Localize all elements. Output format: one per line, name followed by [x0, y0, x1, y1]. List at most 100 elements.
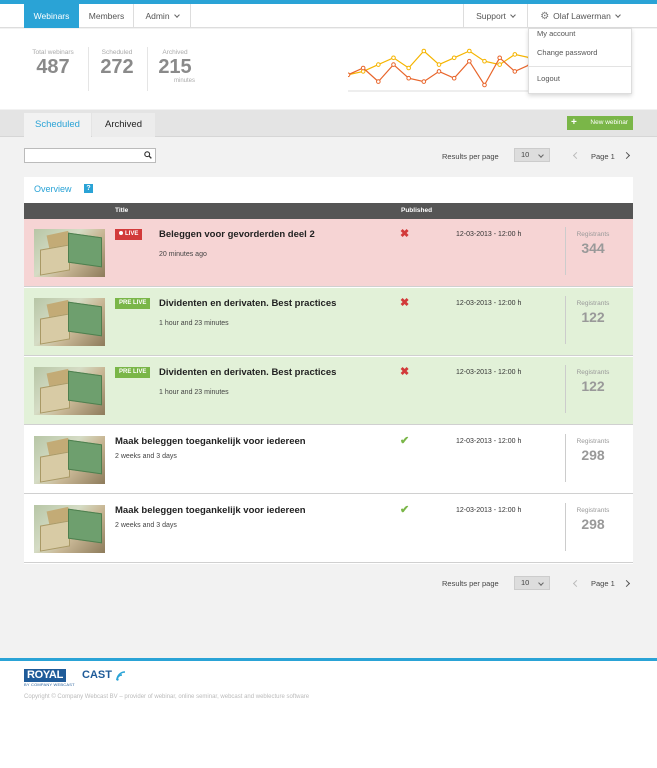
overview-panel: Overview ? Title Published LIVE Beleggen… [24, 177, 633, 564]
support-menu[interactable]: Support [464, 4, 527, 28]
sparkline-point [497, 62, 502, 67]
not-published-icon: ✖ [400, 228, 410, 240]
user-menu-toggle[interactable]: ⚙ Olaf Lawerman [528, 4, 632, 28]
webinar-title[interactable]: Maak beleggen toegankelijk voor iedereen [115, 436, 306, 447]
sparkline-point [376, 79, 381, 84]
new-webinar-button[interactable]: + New webinar [567, 116, 633, 130]
pre-live-badge: PRE LIVE [115, 298, 151, 309]
menu-item-my-account[interactable]: My account [537, 29, 575, 38]
overview-title: Overview [34, 184, 72, 194]
sparkline-point [376, 62, 381, 67]
registrants-count: 298 [581, 447, 605, 463]
plus-icon: + [571, 117, 577, 128]
stat-value: 487 [36, 56, 70, 78]
stat-scheduled: Scheduled 272 [96, 49, 138, 78]
broadcast-icon [116, 671, 126, 681]
webinar-thumbnail [34, 367, 105, 415]
webinar-date: 12-03-2013 - 12:00 h [456, 369, 522, 376]
published-check-icon: ✔ [400, 504, 410, 516]
per-page-select[interactable]: 10 [514, 576, 550, 590]
next-page-icon[interactable] [622, 579, 631, 588]
page-indicator: Page 1 [591, 152, 615, 161]
live-badge: LIVE [115, 229, 143, 240]
gear-icon: ⚙ [540, 11, 550, 22]
webinar-date: 12-03-2013 - 12:00 h [456, 300, 522, 307]
menu-item-change-password[interactable]: Change password [537, 48, 597, 57]
stat-divider [147, 47, 148, 91]
stat-sublabel: minutes [173, 78, 195, 84]
webinar-title[interactable]: Beleggen voor gevorderden deel 2 [159, 229, 315, 240]
per-page-select[interactable]: 10 [514, 148, 550, 162]
stat-label: Total webinars [32, 49, 74, 56]
sparkline-point [482, 82, 487, 88]
sparkline-point [406, 75, 411, 81]
not-published-icon: ✖ [400, 366, 410, 378]
menu-divider [529, 66, 631, 67]
registrants-count: 344 [581, 240, 605, 256]
sparkline-point [436, 69, 442, 74]
tab-scheduled[interactable]: Scheduled [24, 113, 91, 137]
sparkline-point [451, 75, 457, 81]
webinar-thumbnail [34, 505, 105, 553]
logo-cast-text: CAST [82, 669, 112, 681]
tab-archived[interactable]: Archived [92, 113, 155, 137]
sparkline-point [421, 48, 427, 54]
prev-page-icon[interactable] [572, 151, 581, 160]
nav-tab-admin[interactable]: Admin [134, 4, 190, 28]
webinar-row[interactable]: PRE LIVE Dividenten en derivaten. Best p… [24, 357, 633, 425]
not-published-icon: ✖ [400, 297, 410, 309]
footer: ROYAL CAST BY COMPANY WEBCAST Copyright … [0, 661, 657, 768]
registrants-divider [565, 296, 566, 344]
help-icon[interactable]: ? [84, 184, 93, 193]
sparkline-point [497, 55, 502, 61]
table-header: Title Published [24, 203, 633, 219]
sparkline-point [451, 55, 457, 61]
sparkline-chart [348, 48, 530, 92]
webinar-time: 2 weeks and 3 days [115, 453, 177, 460]
sparkline-point [391, 62, 396, 67]
prev-page-icon[interactable] [572, 579, 581, 588]
sparkline-point [467, 48, 472, 54]
sparkline-point [348, 72, 351, 78]
badge-label: LIVE [125, 231, 139, 237]
webinar-title[interactable]: Maak beleggen toegankelijk voor iedereen [115, 505, 306, 516]
nav-tab-members[interactable]: Members [80, 4, 133, 28]
sparkline-point [421, 79, 427, 84]
per-page-value: 10 [521, 578, 530, 587]
webinar-time: 20 minutes ago [159, 251, 207, 258]
registrants-label: Registrants [576, 300, 610, 307]
search-icon[interactable] [144, 151, 152, 159]
webinar-tabs-bar: Scheduled Archived + New webinar [0, 110, 657, 137]
registrants-divider [565, 227, 566, 275]
webinar-row[interactable]: Maak beleggen toegankelijk voor iedereen… [24, 495, 633, 563]
webinar-time: 1 hour and 23 minutes [159, 320, 229, 327]
webinar-row[interactable]: LIVE Beleggen voor gevorderden deel 2 20… [24, 219, 633, 287]
registrants-label: Registrants [576, 507, 610, 514]
registrants-divider [565, 365, 566, 413]
search-input[interactable] [24, 148, 156, 163]
sparkline-point [467, 58, 472, 64]
webinar-title[interactable]: Dividenten en derivaten. Best practices [159, 367, 336, 378]
webinar-row[interactable]: PRE LIVE Dividenten en derivaten. Best p… [24, 288, 633, 356]
column-header-published: Published [401, 207, 433, 214]
chevron-down-icon [538, 152, 544, 158]
nav-tab-webinars[interactable]: Webinars [24, 4, 79, 28]
registrants-label: Registrants [576, 231, 610, 238]
top-navigation-bar: Webinars Members Admin Support ⚙ Olaf Law… [0, 4, 657, 28]
webinar-row[interactable]: Maak beleggen toegankelijk voor iedereen… [24, 426, 633, 494]
page-indicator: Page 1 [591, 579, 615, 588]
sparkline-point [360, 65, 366, 71]
sparkline-point [436, 62, 442, 67]
nav-divider [190, 4, 191, 28]
menu-item-logout[interactable]: Logout [537, 74, 560, 83]
stat-value: 272 [100, 56, 134, 78]
registrants-count: 298 [581, 516, 605, 532]
webinar-thumbnail [34, 436, 105, 484]
stat-label: Archived [162, 49, 188, 56]
copyright-text: Copyright © Company Webcast BV – provide… [24, 694, 310, 700]
webinar-title[interactable]: Dividenten en derivaten. Best practices [159, 298, 336, 309]
user-name: Olaf Lawerman [553, 11, 611, 21]
next-page-icon[interactable] [622, 151, 631, 160]
sparkline-point [512, 52, 518, 57]
registrants-divider [565, 434, 566, 482]
